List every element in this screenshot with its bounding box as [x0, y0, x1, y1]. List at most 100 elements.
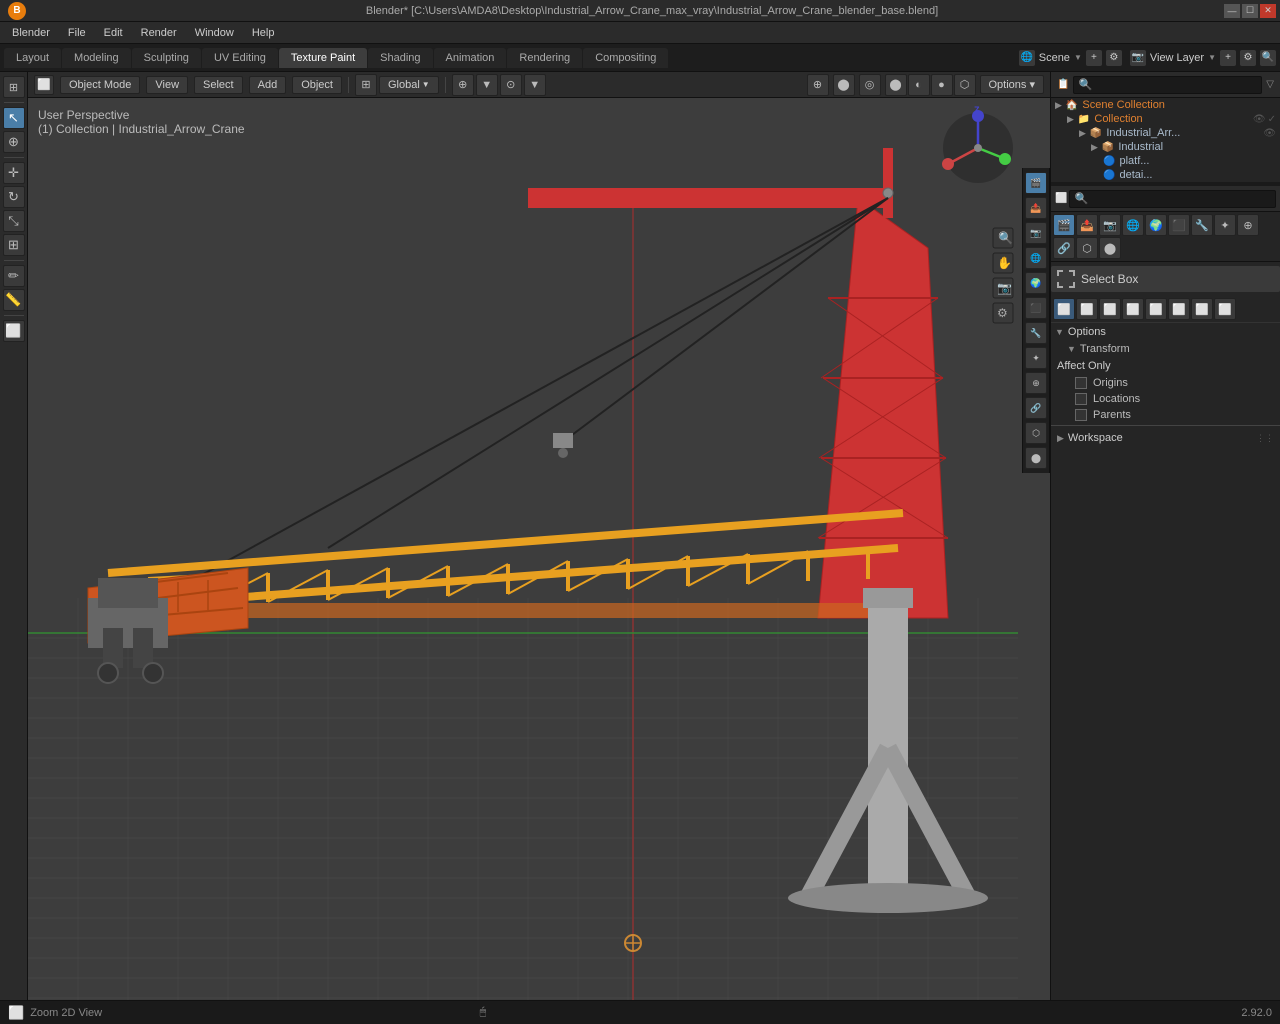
annotate-btn[interactable]: ✏	[3, 265, 25, 287]
locations-checkbox[interactable]	[1075, 393, 1087, 405]
parents-checkbox[interactable]	[1075, 409, 1087, 421]
tab-rendering[interactable]: Rendering	[507, 48, 582, 68]
transform-header[interactable]: ▼ Transform	[1051, 341, 1280, 357]
tab-shading[interactable]: Shading	[368, 48, 432, 68]
scale-tool-btn[interactable]: ⤡	[3, 210, 25, 232]
output-props-icon[interactable]: 📤	[1076, 214, 1098, 236]
view-layer-props-icon[interactable]: ⚙	[1240, 50, 1256, 66]
mode-icon-3[interactable]: ⬜	[1099, 298, 1121, 320]
props-side-world[interactable]: 🌍	[1025, 272, 1047, 294]
tab-uv-editing[interactable]: UV Editing	[202, 48, 278, 68]
select-menu-btn[interactable]: Select	[194, 76, 243, 94]
coll-lock-icon[interactable]: ✓	[1268, 114, 1276, 125]
props-search[interactable]	[1069, 190, 1276, 208]
transform-tool-btn[interactable]: ⊞	[3, 234, 25, 256]
editor-type-icon[interactable]: ⬜	[34, 75, 54, 95]
particles-props-icon[interactable]: ✦	[1214, 214, 1236, 236]
viewport-canvas[interactable]: X Y Z 🔍	[28, 98, 1050, 1000]
snap-toggle[interactable]: ⊕	[452, 74, 474, 96]
origins-checkbox[interactable]	[1075, 377, 1087, 389]
object-props-icon[interactable]: ⬛	[1168, 214, 1190, 236]
props-side-physics[interactable]: ⊕	[1025, 372, 1047, 394]
viewport-3d[interactable]: ⬜ Object Mode View Select Add Object ⊞ G…	[28, 72, 1050, 1000]
menu-edit[interactable]: Edit	[96, 25, 131, 41]
props-side-constraints[interactable]: 🔗	[1025, 397, 1047, 419]
outliner-search[interactable]	[1073, 76, 1262, 94]
platf-item[interactable]: 🔵 platf...	[1051, 154, 1280, 168]
props-side-material[interactable]: ⬤	[1025, 447, 1047, 469]
options-btn[interactable]: Options ▾	[980, 75, 1045, 94]
view-layer-props-icon[interactable]: 📷	[1099, 214, 1121, 236]
select-tool-btn[interactable]: ↖	[3, 107, 25, 129]
view-menu-btn[interactable]: View	[146, 76, 188, 94]
mode-icon-7[interactable]: ⬜	[1191, 298, 1213, 320]
collection-item[interactable]: ▶ 📁 Collection 👁 ✓	[1051, 112, 1280, 126]
props-side-particles[interactable]: ✦	[1025, 347, 1047, 369]
transform-gizmo-btn[interactable]: ⊞	[355, 74, 377, 96]
props-side-view-layer[interactable]: 📷	[1025, 222, 1047, 244]
constraints-props-icon[interactable]: 🔗	[1053, 237, 1075, 259]
detai-item[interactable]: 🔵 detai...	[1051, 168, 1280, 182]
options-header[interactable]: ▼ Options	[1051, 323, 1280, 341]
scene-props-icon[interactable]: ⚙	[1106, 50, 1122, 66]
add-cube-btn[interactable]: ⬜	[3, 320, 25, 342]
cursor-tool-btn[interactable]: ⊕	[3, 131, 25, 153]
mode-icon-5[interactable]: ⬜	[1145, 298, 1167, 320]
transform-dropdown[interactable]: Global ▼	[379, 76, 439, 94]
proportional-settings[interactable]: ▼	[524, 74, 546, 96]
physics-props-icon[interactable]: ⊕	[1237, 214, 1259, 236]
outliner-filter-icon[interactable]: ▽	[1266, 79, 1274, 90]
world-props-icon[interactable]: 🌍	[1145, 214, 1167, 236]
menu-blender[interactable]: Blender	[4, 25, 58, 41]
menu-render[interactable]: Render	[133, 25, 185, 41]
proportional-edit[interactable]: ⊙	[500, 74, 522, 96]
modifier-props-icon[interactable]: 🔧	[1191, 214, 1213, 236]
coll-vis-icon[interactable]: 👁	[1253, 114, 1266, 125]
props-side-render[interactable]: 🎬	[1025, 172, 1047, 194]
scene-add-icon[interactable]: +	[1086, 50, 1102, 66]
material-shading-btn[interactable]: ◐	[908, 74, 930, 96]
rotate-tool-btn[interactable]: ↻	[3, 186, 25, 208]
tab-modeling[interactable]: Modeling	[62, 48, 131, 68]
menu-file[interactable]: File	[60, 25, 94, 41]
view-layer-dropdown-icon[interactable]: ▼	[1208, 53, 1216, 62]
render-shading-btn[interactable]: ●	[931, 74, 953, 96]
view-layer-search-icon[interactable]: 🔍	[1260, 50, 1276, 66]
props-side-object[interactable]: ⬛	[1025, 297, 1047, 319]
object-mode-dropdown[interactable]: Object Mode	[60, 76, 140, 94]
move-tool-btn[interactable]: ✛	[3, 162, 25, 184]
viewport-gizmo-btn[interactable]: ⊕	[807, 74, 829, 96]
industrial-arr-item[interactable]: ▶ 📦 Industrial_Arr... 👁	[1051, 126, 1280, 140]
wireframe-shading-btn[interactable]: ⬡	[954, 74, 976, 96]
scene-collection-item[interactable]: ▶ 🏠 Scene Collection	[1051, 98, 1280, 112]
ia-vis-icon[interactable]: 👁	[1263, 128, 1276, 139]
minimize-button[interactable]: —	[1224, 4, 1240, 18]
data-props-icon[interactable]: ⬡	[1076, 237, 1098, 259]
tab-texture-paint[interactable]: Texture Paint	[279, 48, 367, 68]
solid-shading-btn[interactable]: ⬤	[885, 74, 907, 96]
industrial-item[interactable]: ▶ 📦 Industrial	[1051, 140, 1280, 154]
menu-window[interactable]: Window	[187, 25, 242, 41]
menu-help[interactable]: Help	[244, 25, 283, 41]
mode-icon-6[interactable]: ⬜	[1168, 298, 1190, 320]
viewport-overlay-btn[interactable]: ⬤	[833, 74, 855, 96]
maximize-button[interactable]: ☐	[1242, 4, 1258, 18]
snap-settings[interactable]: ▼	[476, 74, 498, 96]
close-button[interactable]: ✕	[1260, 4, 1276, 18]
material-props-icon[interactable]: ⬤	[1099, 237, 1121, 259]
scene-props-icon[interactable]: 🌐	[1122, 214, 1144, 236]
measure-btn[interactable]: 📏	[3, 289, 25, 311]
props-side-scene[interactable]: 🌐	[1025, 247, 1047, 269]
props-side-data[interactable]: ⬡	[1025, 422, 1047, 444]
tab-layout[interactable]: Layout	[4, 48, 61, 68]
workspace-row[interactable]: ▶ Workspace ⋮⋮	[1051, 428, 1280, 448]
add-menu-btn[interactable]: Add	[249, 76, 287, 94]
scene-dropdown-icon[interactable]: ▼	[1074, 53, 1082, 62]
mode-selector-btn[interactable]: ⊞	[3, 76, 25, 98]
tab-compositing[interactable]: Compositing	[583, 48, 668, 68]
mode-icon-8[interactable]: ⬜	[1214, 298, 1236, 320]
mode-icon-4[interactable]: ⬜	[1122, 298, 1144, 320]
props-side-modifier[interactable]: 🔧	[1025, 322, 1047, 344]
object-menu-btn[interactable]: Object	[292, 76, 342, 94]
mode-icon-2[interactable]: ⬜	[1076, 298, 1098, 320]
